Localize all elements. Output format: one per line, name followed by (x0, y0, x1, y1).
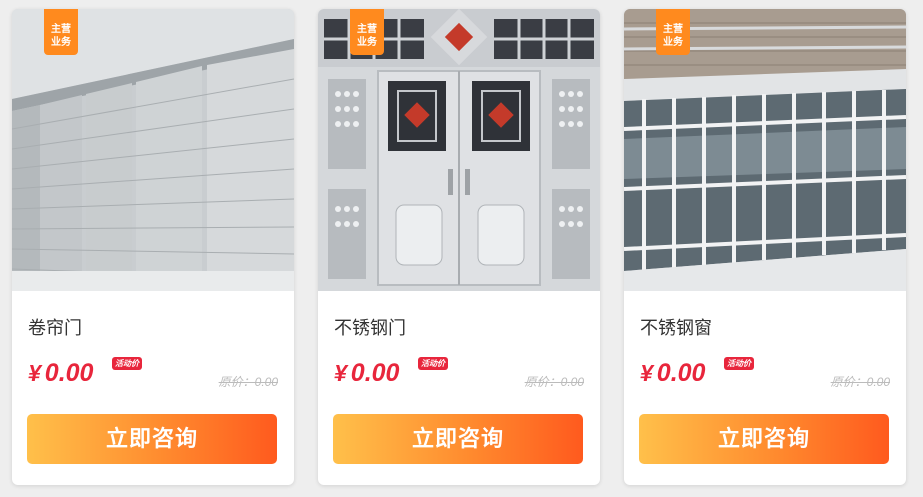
badge-line-1: 主营 (357, 24, 377, 35)
price-tag: 活动价 (112, 357, 142, 370)
main-business-badge: 主营 业务 (44, 9, 78, 55)
main-business-badge: 主营 业务 (350, 9, 384, 55)
consult-button[interactable]: 立即咨询 (639, 414, 889, 464)
product-title[interactable]: 不锈钢门 (334, 314, 406, 340)
price-tag: 活动价 (724, 357, 754, 370)
product-card[interactable]: 主营 业务 不锈钢门 ¥0.00 活动价 原价：0.00 立即咨询 (318, 9, 600, 485)
consult-button[interactable]: 立即咨询 (27, 414, 277, 464)
badge-line-2: 业务 (357, 37, 377, 48)
price-tag: 活动价 (418, 357, 448, 370)
badge-line-2: 业务 (663, 37, 683, 48)
currency-symbol: ¥ (640, 360, 653, 386)
badge-line-1: 主营 (663, 24, 683, 35)
price: ¥0.00 (28, 359, 93, 388)
badge-line-2: 业务 (51, 37, 71, 48)
original-price: 原价：0.00 (524, 375, 584, 389)
badge-line-1: 主营 (51, 24, 71, 35)
original-price: 原价：0.00 (218, 375, 278, 389)
price: ¥0.00 (640, 359, 705, 388)
currency-symbol: ¥ (28, 360, 41, 386)
price-value: 0.00 (656, 359, 706, 387)
product-title[interactable]: 不锈钢窗 (640, 314, 712, 340)
consult-button[interactable]: 立即咨询 (333, 414, 583, 464)
original-price: 原价：0.00 (830, 375, 890, 389)
price-value: 0.00 (44, 359, 94, 387)
currency-symbol: ¥ (334, 360, 347, 386)
price-value: 0.00 (350, 359, 400, 387)
product-card[interactable]: 主营 业务 不锈钢窗 ¥0.00 活动价 原价：0.00 立即咨询 (624, 9, 906, 485)
product-title[interactable]: 卷帘门 (28, 314, 82, 340)
main-business-badge: 主营 业务 (656, 9, 690, 55)
product-card[interactable]: 主营 业务 卷帘门 ¥0.00 活动价 原价：0.00 立即咨询 (12, 9, 294, 485)
price: ¥0.00 (334, 359, 399, 388)
